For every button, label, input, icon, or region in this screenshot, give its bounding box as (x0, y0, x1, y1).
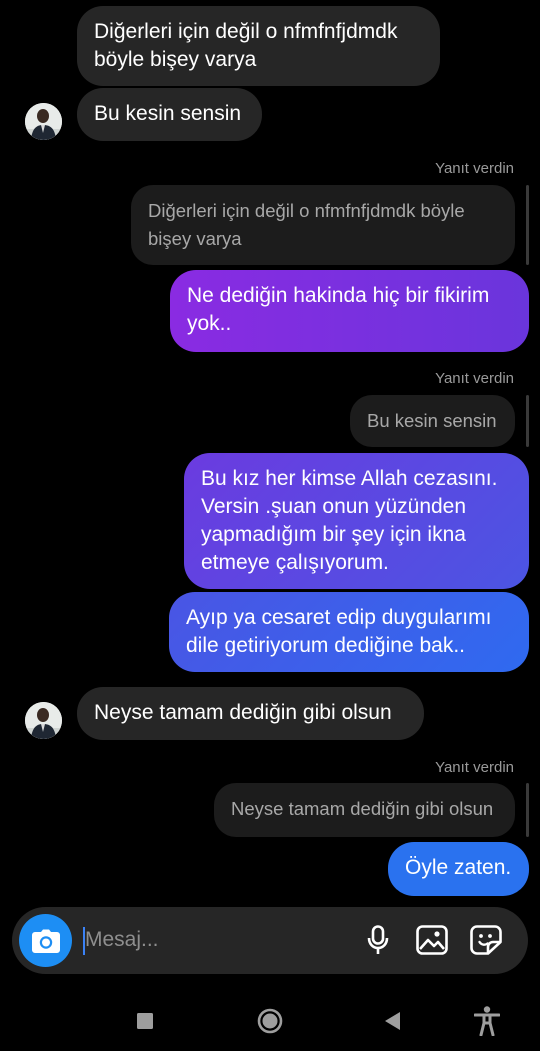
gallery-button[interactable] (415, 923, 449, 957)
home-icon (257, 1008, 283, 1034)
accessibility-button[interactable] (470, 1004, 504, 1038)
back-button[interactable] (375, 1004, 409, 1038)
microphone-button[interactable] (361, 923, 395, 957)
system-navigation-bar (0, 990, 540, 1051)
incoming-message-bubble[interactable]: Neyse tamam dediğin gibi olsun (77, 687, 424, 740)
quote-indicator-bar (526, 185, 529, 265)
recents-button[interactable] (128, 1004, 162, 1038)
replied-label: Yanıt verdin (435, 759, 514, 776)
sticker-button[interactable] (469, 923, 503, 957)
replied-label: Yanıt verdin (435, 370, 514, 387)
outgoing-message-bubble[interactable]: Öyle zaten. (388, 842, 529, 896)
camera-button[interactable] (19, 914, 72, 967)
outgoing-message-bubble[interactable]: Bu kız her kimse Allah cezasını. Versin … (184, 453, 529, 589)
microphone-icon (367, 925, 389, 954)
avatar[interactable] (25, 702, 62, 739)
incoming-message-bubble[interactable]: Diğerleri için değil o nfmfnfjdmdk böyle… (77, 6, 440, 86)
quoted-message-bubble[interactable]: Diğerleri için değil o nfmfnfjdmdk böyle… (131, 185, 515, 265)
recents-icon (137, 1013, 153, 1029)
sticker-icon (470, 925, 502, 955)
incoming-message-bubble[interactable]: Bu kesin sensin (77, 88, 262, 141)
quote-indicator-bar (526, 395, 529, 447)
back-icon (385, 1012, 400, 1030)
home-button[interactable] (253, 1004, 287, 1038)
quoted-message-bubble[interactable]: Bu kesin sensin (350, 395, 515, 447)
camera-icon (31, 929, 60, 953)
gallery-icon (416, 925, 448, 955)
outgoing-message-bubble[interactable]: Ne dediğin hakinda hiç bir fikirim yok.. (170, 270, 529, 352)
message-input[interactable]: Mesaj... (85, 928, 159, 952)
avatar[interactable] (25, 103, 62, 140)
outgoing-message-bubble[interactable]: Ayıp ya cesaret edip duygularımı dile ge… (169, 592, 529, 672)
quote-indicator-bar (526, 783, 529, 837)
replied-label: Yanıt verdin (435, 160, 514, 177)
message-composer: Mesaj... (12, 907, 528, 974)
quoted-message-bubble[interactable]: Neyse tamam dediğin gibi olsun (214, 783, 515, 837)
accessibility-icon (474, 1006, 500, 1036)
